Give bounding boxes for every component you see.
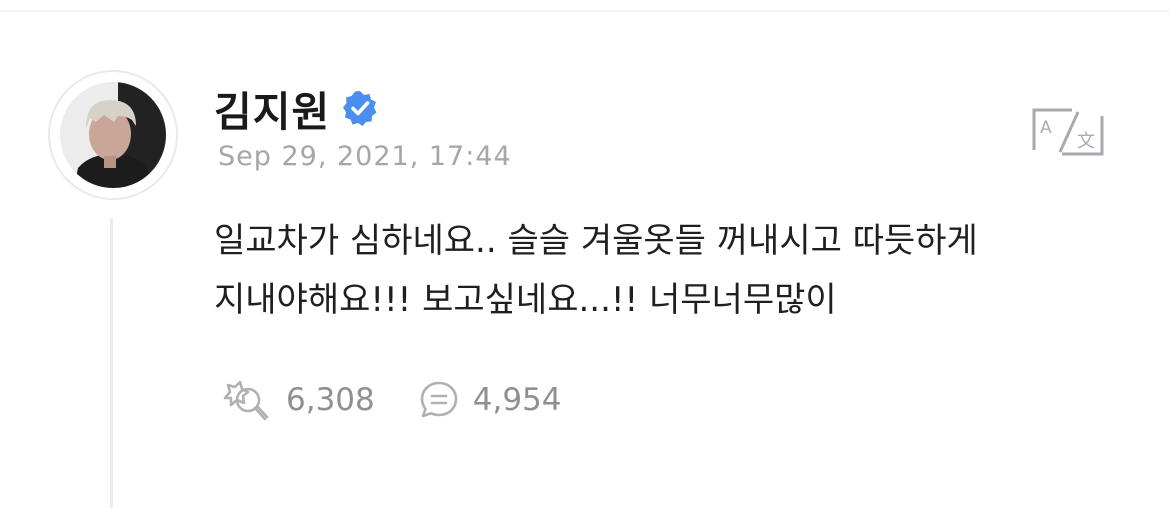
thread-line xyxy=(110,218,113,508)
lightstick-like-icon xyxy=(223,380,269,421)
author-name[interactable]: 김지원 xyxy=(214,78,330,138)
profile-photo xyxy=(60,82,166,188)
like-button[interactable]: 6,308 xyxy=(216,376,375,424)
translate-button[interactable]: A 文 xyxy=(1030,106,1106,158)
svg-text:A: A xyxy=(1040,118,1052,138)
post-timestamp: Sep 29, 2021, 17:44 xyxy=(218,141,512,172)
verified-badge-icon xyxy=(343,91,377,126)
top-divider xyxy=(0,10,1169,12)
avatar[interactable] xyxy=(48,70,178,200)
translate-icon: A 文 xyxy=(1032,108,1104,156)
comment-bubble-icon xyxy=(420,381,458,418)
svg-text:文: 文 xyxy=(1077,131,1095,152)
author-row: 김지원 xyxy=(214,78,378,138)
like-count: 6,308 xyxy=(286,382,375,418)
post-body-line: 일교차가 심하네요.. 슬슬 겨울옷들 꺼내시고 따듯하게 xyxy=(214,221,978,261)
post-body-line: 지내야해요!!! 보고싶네요...!! 너무너무많이 xyxy=(214,280,837,320)
post-stats: 6,308 4,954 xyxy=(216,372,562,428)
post-body: 일교차가 심하네요.. 슬슬 겨울옷들 꺼내시고 따듯하게 지내야해요!!! 보… xyxy=(214,212,1114,330)
comment-count: 4,954 xyxy=(472,382,562,418)
comment-button[interactable]: 4,954 xyxy=(417,378,562,422)
